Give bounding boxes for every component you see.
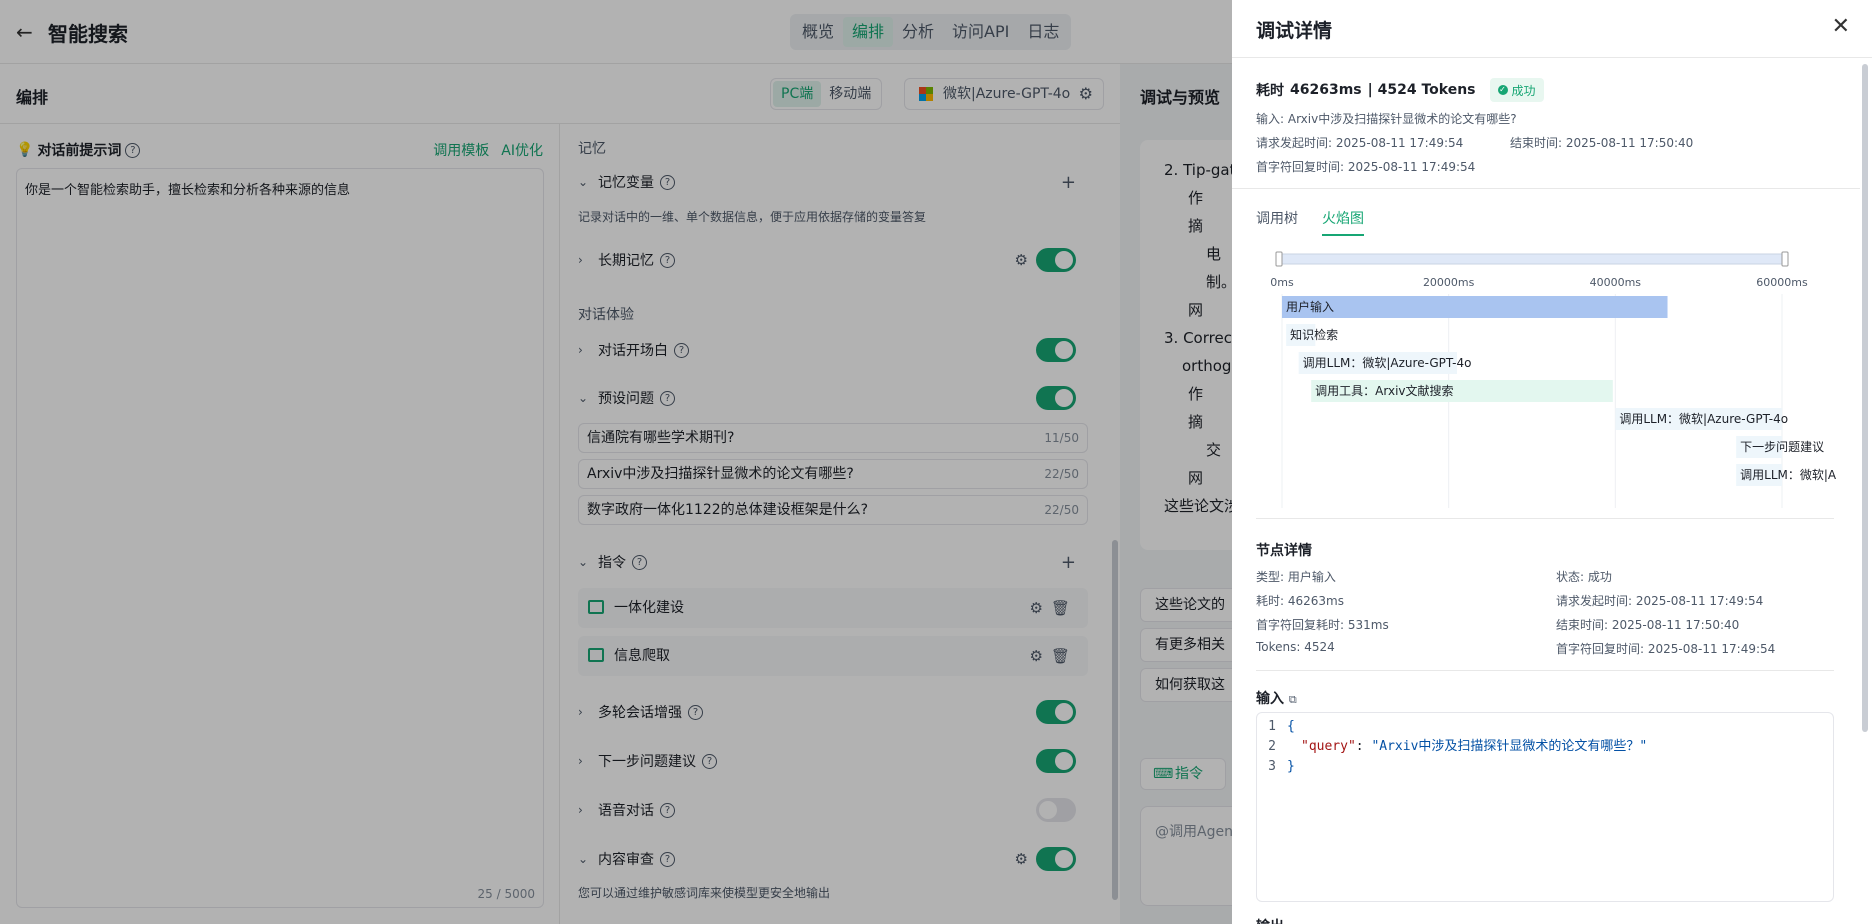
output-section-title: 输出 bbox=[1256, 916, 1284, 924]
time-range-slider bbox=[1277, 253, 1787, 265]
flame-bar bbox=[1282, 296, 1668, 318]
input-summary: 输入: Arxiv中涉及扫描探针显微术的论文有哪些? bbox=[1256, 112, 1517, 126]
code-colon: : bbox=[1355, 739, 1372, 754]
close-icon[interactable]: ✕ bbox=[1832, 14, 1850, 39]
drawer-body: 耗时 46263ms | 4524 Tokens ✓ 成功 输入: Arxiv中… bbox=[1232, 58, 1860, 924]
flame-bar-label: 调用LLM：微软|Azure-GPT-4o bbox=[1303, 356, 1472, 370]
range-handle-left bbox=[1275, 251, 1283, 267]
code-line: 2 "query": "Arxiv中涉及扫描探针显微术的论文有哪些？" bbox=[1257, 737, 1833, 757]
axis-tick-label: 20000ms bbox=[1423, 276, 1475, 289]
flame-bar-label: 调用工具：Arxiv文献搜索 bbox=[1315, 383, 1453, 398]
flame-bar-label: 调用LLM：微软|Azure-GPT-4o bbox=[1619, 412, 1788, 426]
end-time: 结束时间: 2025-08-11 17:50:40 bbox=[1510, 136, 1694, 150]
node-first-time: 首字符回复时间: 2025-08-11 17:49:54 bbox=[1556, 642, 1776, 656]
first-reply-time: 首字符回复时间: 2025-08-11 17:49:54 bbox=[1256, 160, 1476, 174]
code-brace-open: { bbox=[1287, 719, 1295, 734]
status-text: 成功 bbox=[1511, 83, 1536, 98]
line-number: 3 bbox=[1268, 759, 1276, 774]
drawer-scrollbar[interactable] bbox=[1862, 64, 1868, 732]
check-icon: ✓ bbox=[1497, 85, 1508, 95]
axis-tick-label: 60000ms bbox=[1756, 276, 1808, 289]
drawer-title: 调试详情 bbox=[1256, 20, 1333, 42]
status-badge: ✓ 成功 bbox=[1489, 78, 1544, 102]
node-type: 类型: 用户输入 bbox=[1256, 570, 1336, 584]
input-title-text: 输入 bbox=[1256, 691, 1284, 707]
node-end-time: 结束时间: 2025-08-11 17:50:40 bbox=[1556, 618, 1740, 632]
input-section-title: 输入 ⧉ bbox=[1256, 688, 1297, 708]
code-line: 3} bbox=[1257, 757, 1833, 777]
flame-bar-label: 知识检索 bbox=[1290, 327, 1338, 342]
range-handle-right bbox=[1781, 251, 1789, 267]
divider bbox=[1256, 518, 1834, 519]
app-root: ← 智能搜索 概览 编排 分析 访问API 日志 编排 PC端 移动端 微软|A… bbox=[0, 0, 1872, 924]
node-first-cost: 首字符回复耗时: 531ms bbox=[1256, 618, 1389, 632]
flame-bar-label: 调用LLM：微软|Azure-GPT-4o bbox=[1740, 468, 1836, 482]
request-time: 请求发起时间: 2025-08-11 17:49:54 bbox=[1256, 136, 1464, 150]
code-value: "Arxiv中涉及扫描探针显微术的论文有哪些？" bbox=[1371, 739, 1648, 754]
line-number: 1 bbox=[1268, 719, 1276, 734]
modal-overlay[interactable] bbox=[0, 0, 1232, 924]
drawer-header: 调试详情 ✕ bbox=[1232, 0, 1872, 58]
flame-graph: 0ms 20000ms 40000ms 60000ms 用户输入知识检索调用LLM：微软… bbox=[1270, 251, 1836, 508]
drawer-tabs: 调用树 火焰图 bbox=[1256, 208, 1364, 236]
node-details-title: 节点详情 bbox=[1256, 543, 1312, 559]
duration-value: 46263ms bbox=[1290, 82, 1362, 98]
flame-bar-label: 用户输入 bbox=[1286, 299, 1334, 314]
node-duration: 耗时: 46263ms bbox=[1256, 594, 1344, 608]
divider bbox=[1232, 188, 1860, 189]
node-status: 状态: 成功 bbox=[1556, 570, 1612, 584]
copy-icon[interactable]: ⧉ bbox=[1289, 693, 1297, 706]
debug-drawer: 调试详情 ✕ 耗时 46263ms | 4524 Tokens ✓ 成功 输入:… bbox=[1232, 0, 1872, 924]
tokens-value: | 4524 Tokens bbox=[1367, 82, 1476, 98]
axis-tick-label: 40000ms bbox=[1590, 276, 1642, 289]
divider bbox=[1256, 670, 1834, 671]
node-tokens: Tokens: 4524 bbox=[1256, 640, 1335, 654]
input-code-viewer[interactable]: 1{ 2 "query": "Arxiv中涉及扫描探针显微术的论文有哪些？" 3} bbox=[1256, 712, 1834, 902]
summary-line: 耗时 46263ms | 4524 Tokens ✓ 成功 bbox=[1256, 78, 1544, 102]
line-number: 2 bbox=[1268, 739, 1276, 754]
flame-bar-label: 下一步问题建议 bbox=[1740, 440, 1824, 454]
code-line: 1{ bbox=[1257, 717, 1833, 737]
tab-flame-graph[interactable]: 火焰图 bbox=[1322, 208, 1364, 236]
code-key: "query" bbox=[1301, 739, 1356, 754]
code-brace-close: } bbox=[1287, 759, 1295, 774]
node-request-time: 请求发起时间: 2025-08-11 17:49:54 bbox=[1556, 594, 1764, 608]
duration-label: 耗时 bbox=[1256, 83, 1284, 99]
tab-call-tree[interactable]: 调用树 bbox=[1256, 208, 1298, 236]
axis-tick-label: 0ms bbox=[1270, 276, 1294, 289]
